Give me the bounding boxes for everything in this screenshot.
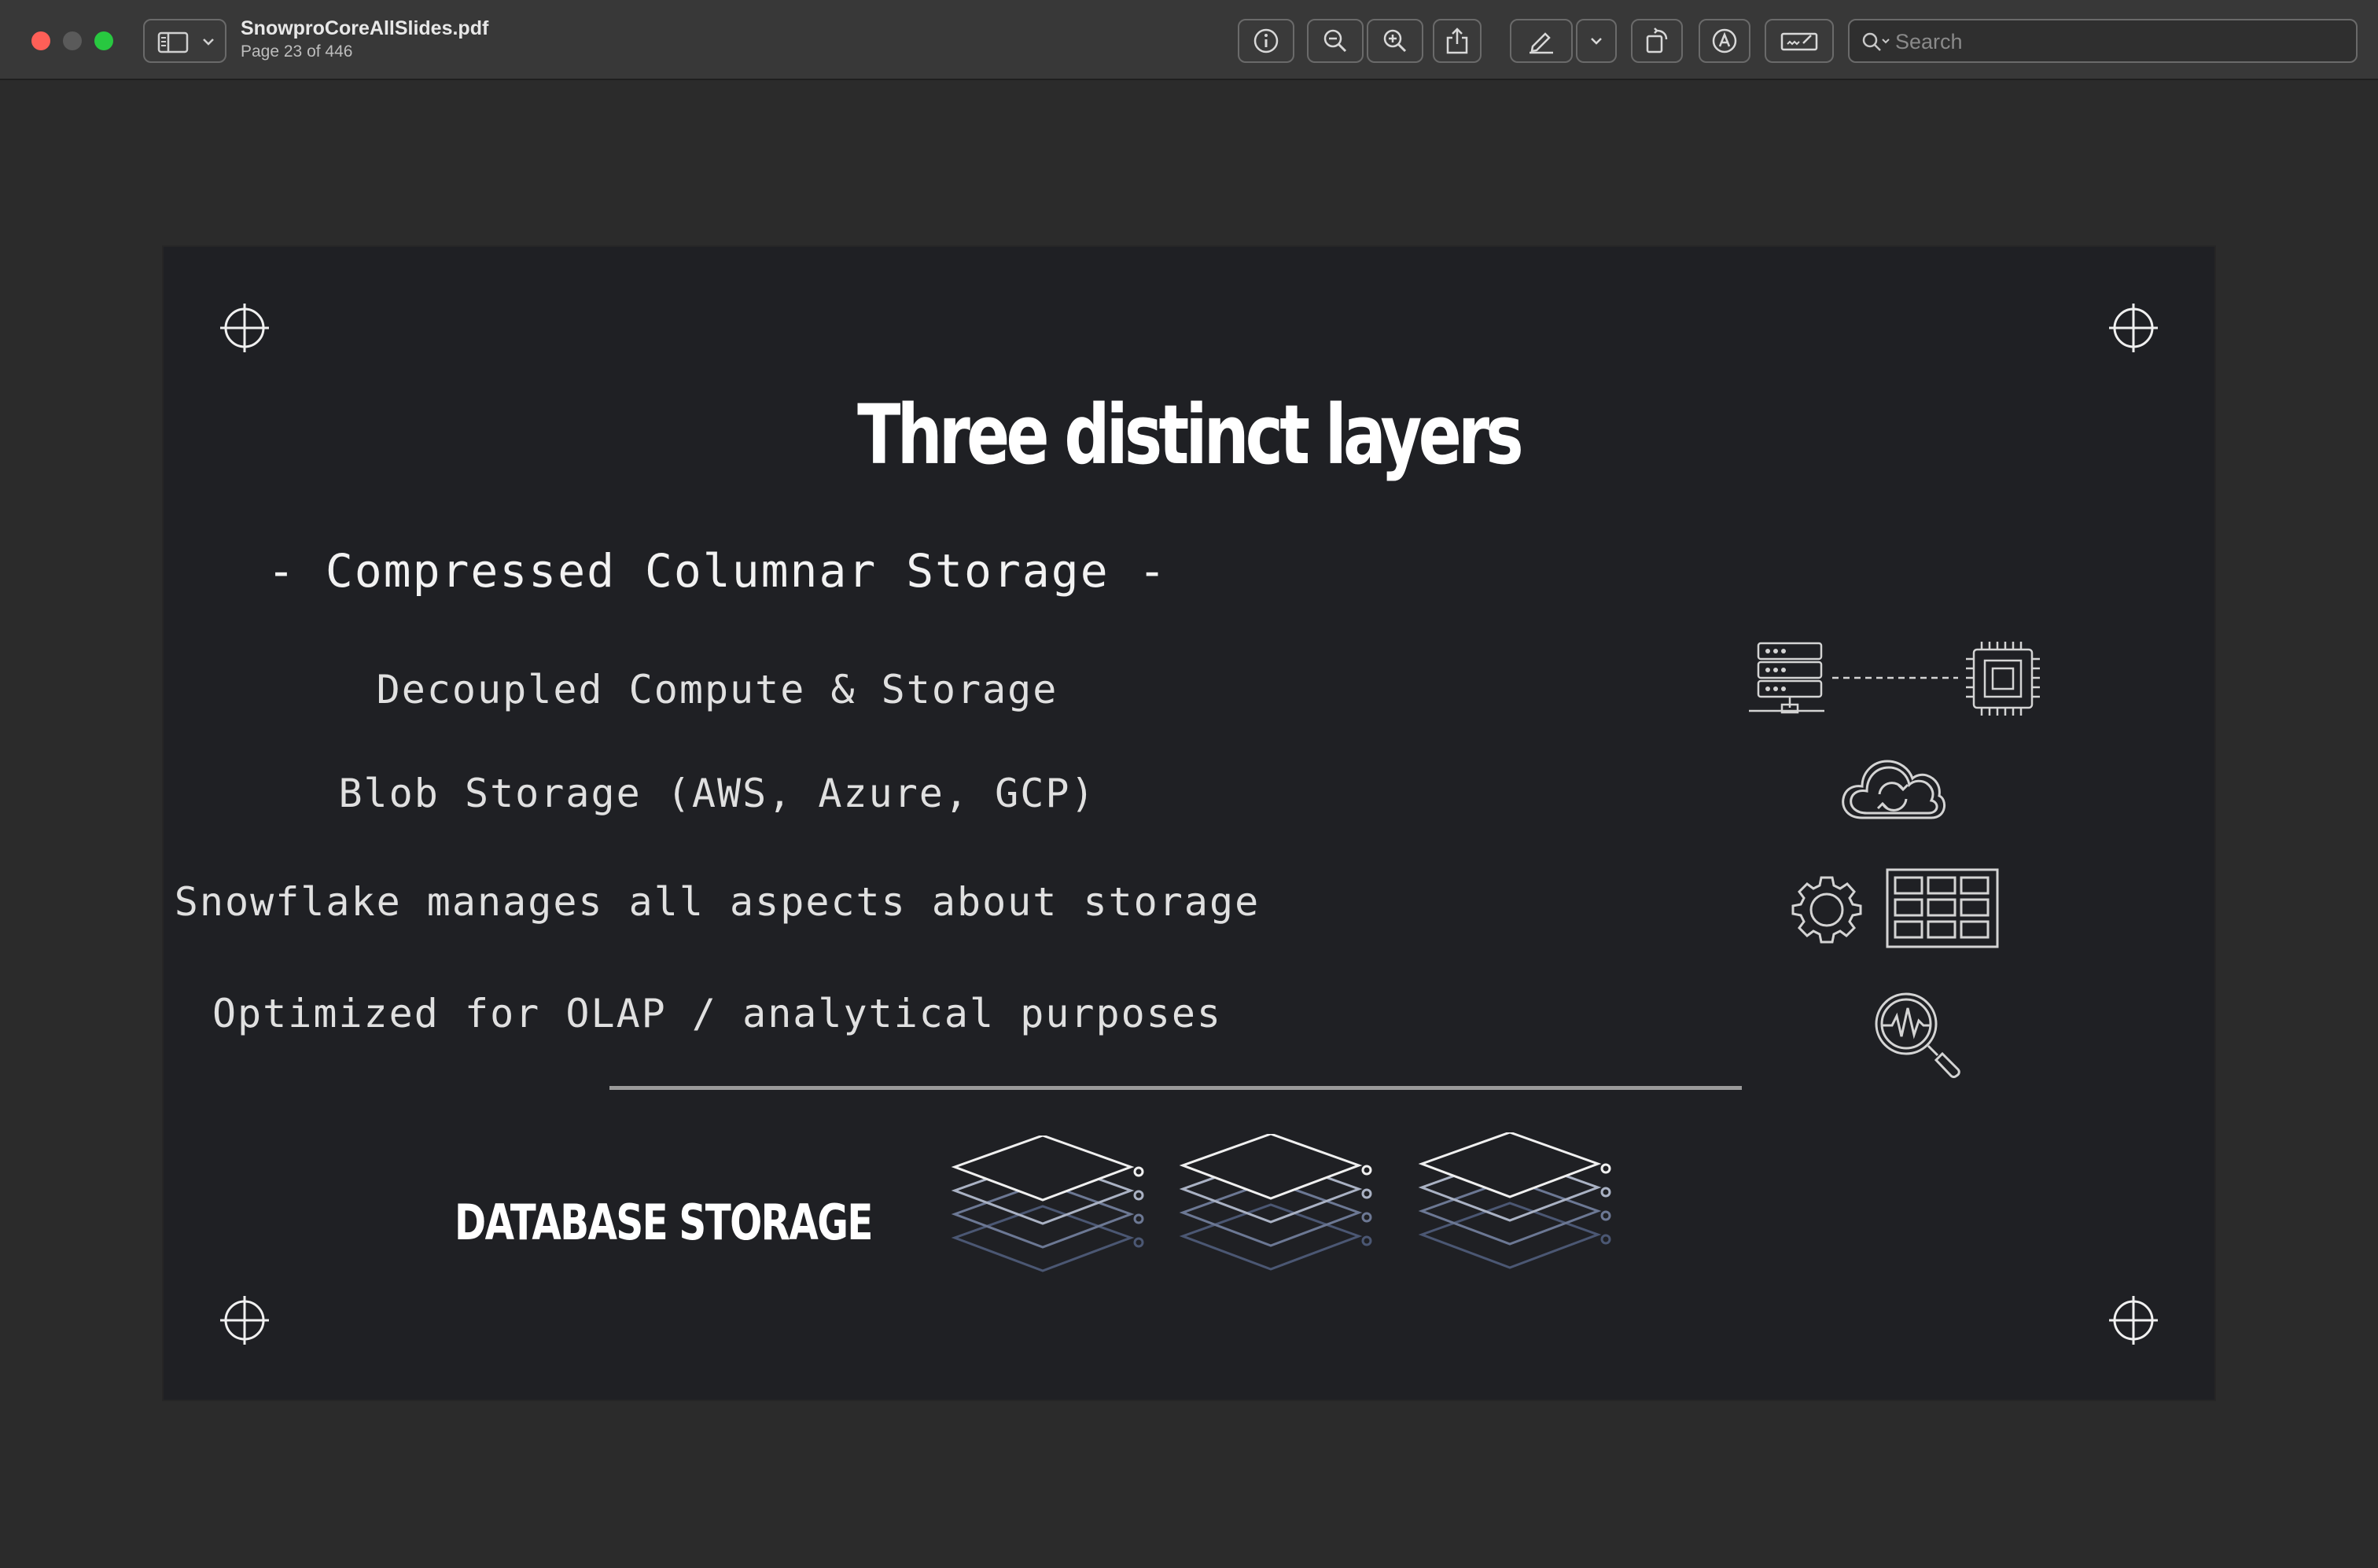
zoom-in-button[interactable] (1367, 19, 1423, 63)
zoom-in-icon (1383, 29, 1407, 53)
chevron-down-icon (203, 39, 214, 46)
bullet-decoupled: Decoupled Compute & Storage (376, 667, 1058, 712)
window-titlebar: SnowproCoreAllSlides.pdf Page 23 of 446 (0, 0, 2378, 80)
layer-stack-icon (1418, 1132, 1611, 1269)
page-indicator: Page 23 of 446 (241, 42, 353, 61)
zoom-out-button[interactable] (1307, 19, 1364, 63)
rotate-icon (1646, 28, 1668, 53)
share-button[interactable] (1433, 19, 1482, 63)
section-divider (609, 1086, 1742, 1090)
share-icon (1446, 28, 1468, 54)
close-window-button[interactable] (31, 31, 50, 50)
crosshair-icon (2109, 304, 2158, 352)
gear-icon (1791, 876, 1862, 944)
pdf-slide-page: Three distinct layers - Compressed Colum… (164, 247, 2214, 1400)
search-icon (1862, 32, 1890, 51)
bullet-managed-storage: Snowflake manages all aspects about stor… (174, 879, 1261, 925)
markup-button[interactable] (1510, 19, 1573, 63)
sidebar-icon (157, 31, 189, 53)
layer-stack-icon (1179, 1134, 1372, 1271)
markup-options-button[interactable] (1576, 19, 1617, 63)
slide-subtitle: - Compressed Columnar Storage - (267, 544, 1168, 598)
markup-pen-icon (1530, 32, 1553, 54)
analytics-magnifier-icon (1875, 992, 1960, 1078)
info-icon (1253, 28, 1279, 53)
table-grid-icon (1886, 868, 1999, 948)
chevron-down-icon (1591, 38, 1602, 45)
info-button[interactable] (1238, 19, 1294, 63)
rotate-button[interactable] (1631, 19, 1683, 63)
crosshair-icon (220, 304, 269, 352)
layer-stack-icon (951, 1136, 1144, 1272)
crosshair-icon (2109, 1296, 2158, 1345)
section-label-database-storage: DATABASE STORAGE (455, 1194, 873, 1251)
slide-title: Three distinct layers (857, 387, 1524, 483)
bullet-olap: Optimized for OLAP / analytical purposes (212, 991, 1223, 1036)
server-to-chip-icon (1749, 642, 2040, 716)
annotate-icon (1712, 28, 1737, 53)
signature-button[interactable] (1765, 19, 1834, 63)
zoom-out-icon (1323, 29, 1347, 53)
signature-icon (1780, 32, 1818, 51)
document-title: SnowproCoreAllSlides.pdf (241, 17, 489, 39)
sidebar-toggle-button[interactable] (143, 19, 226, 63)
bullet-blob-storage: Blob Storage (AWS, Azure, GCP) (338, 771, 1096, 816)
maximize-window-button[interactable] (94, 31, 113, 50)
search-input[interactable] (1894, 27, 2345, 57)
minimize-window-button[interactable] (63, 31, 82, 50)
annotate-button[interactable] (1699, 19, 1750, 63)
cloud-sync-icon (1842, 760, 1946, 819)
search-field[interactable] (1848, 19, 2358, 63)
crosshair-icon (220, 1296, 269, 1345)
